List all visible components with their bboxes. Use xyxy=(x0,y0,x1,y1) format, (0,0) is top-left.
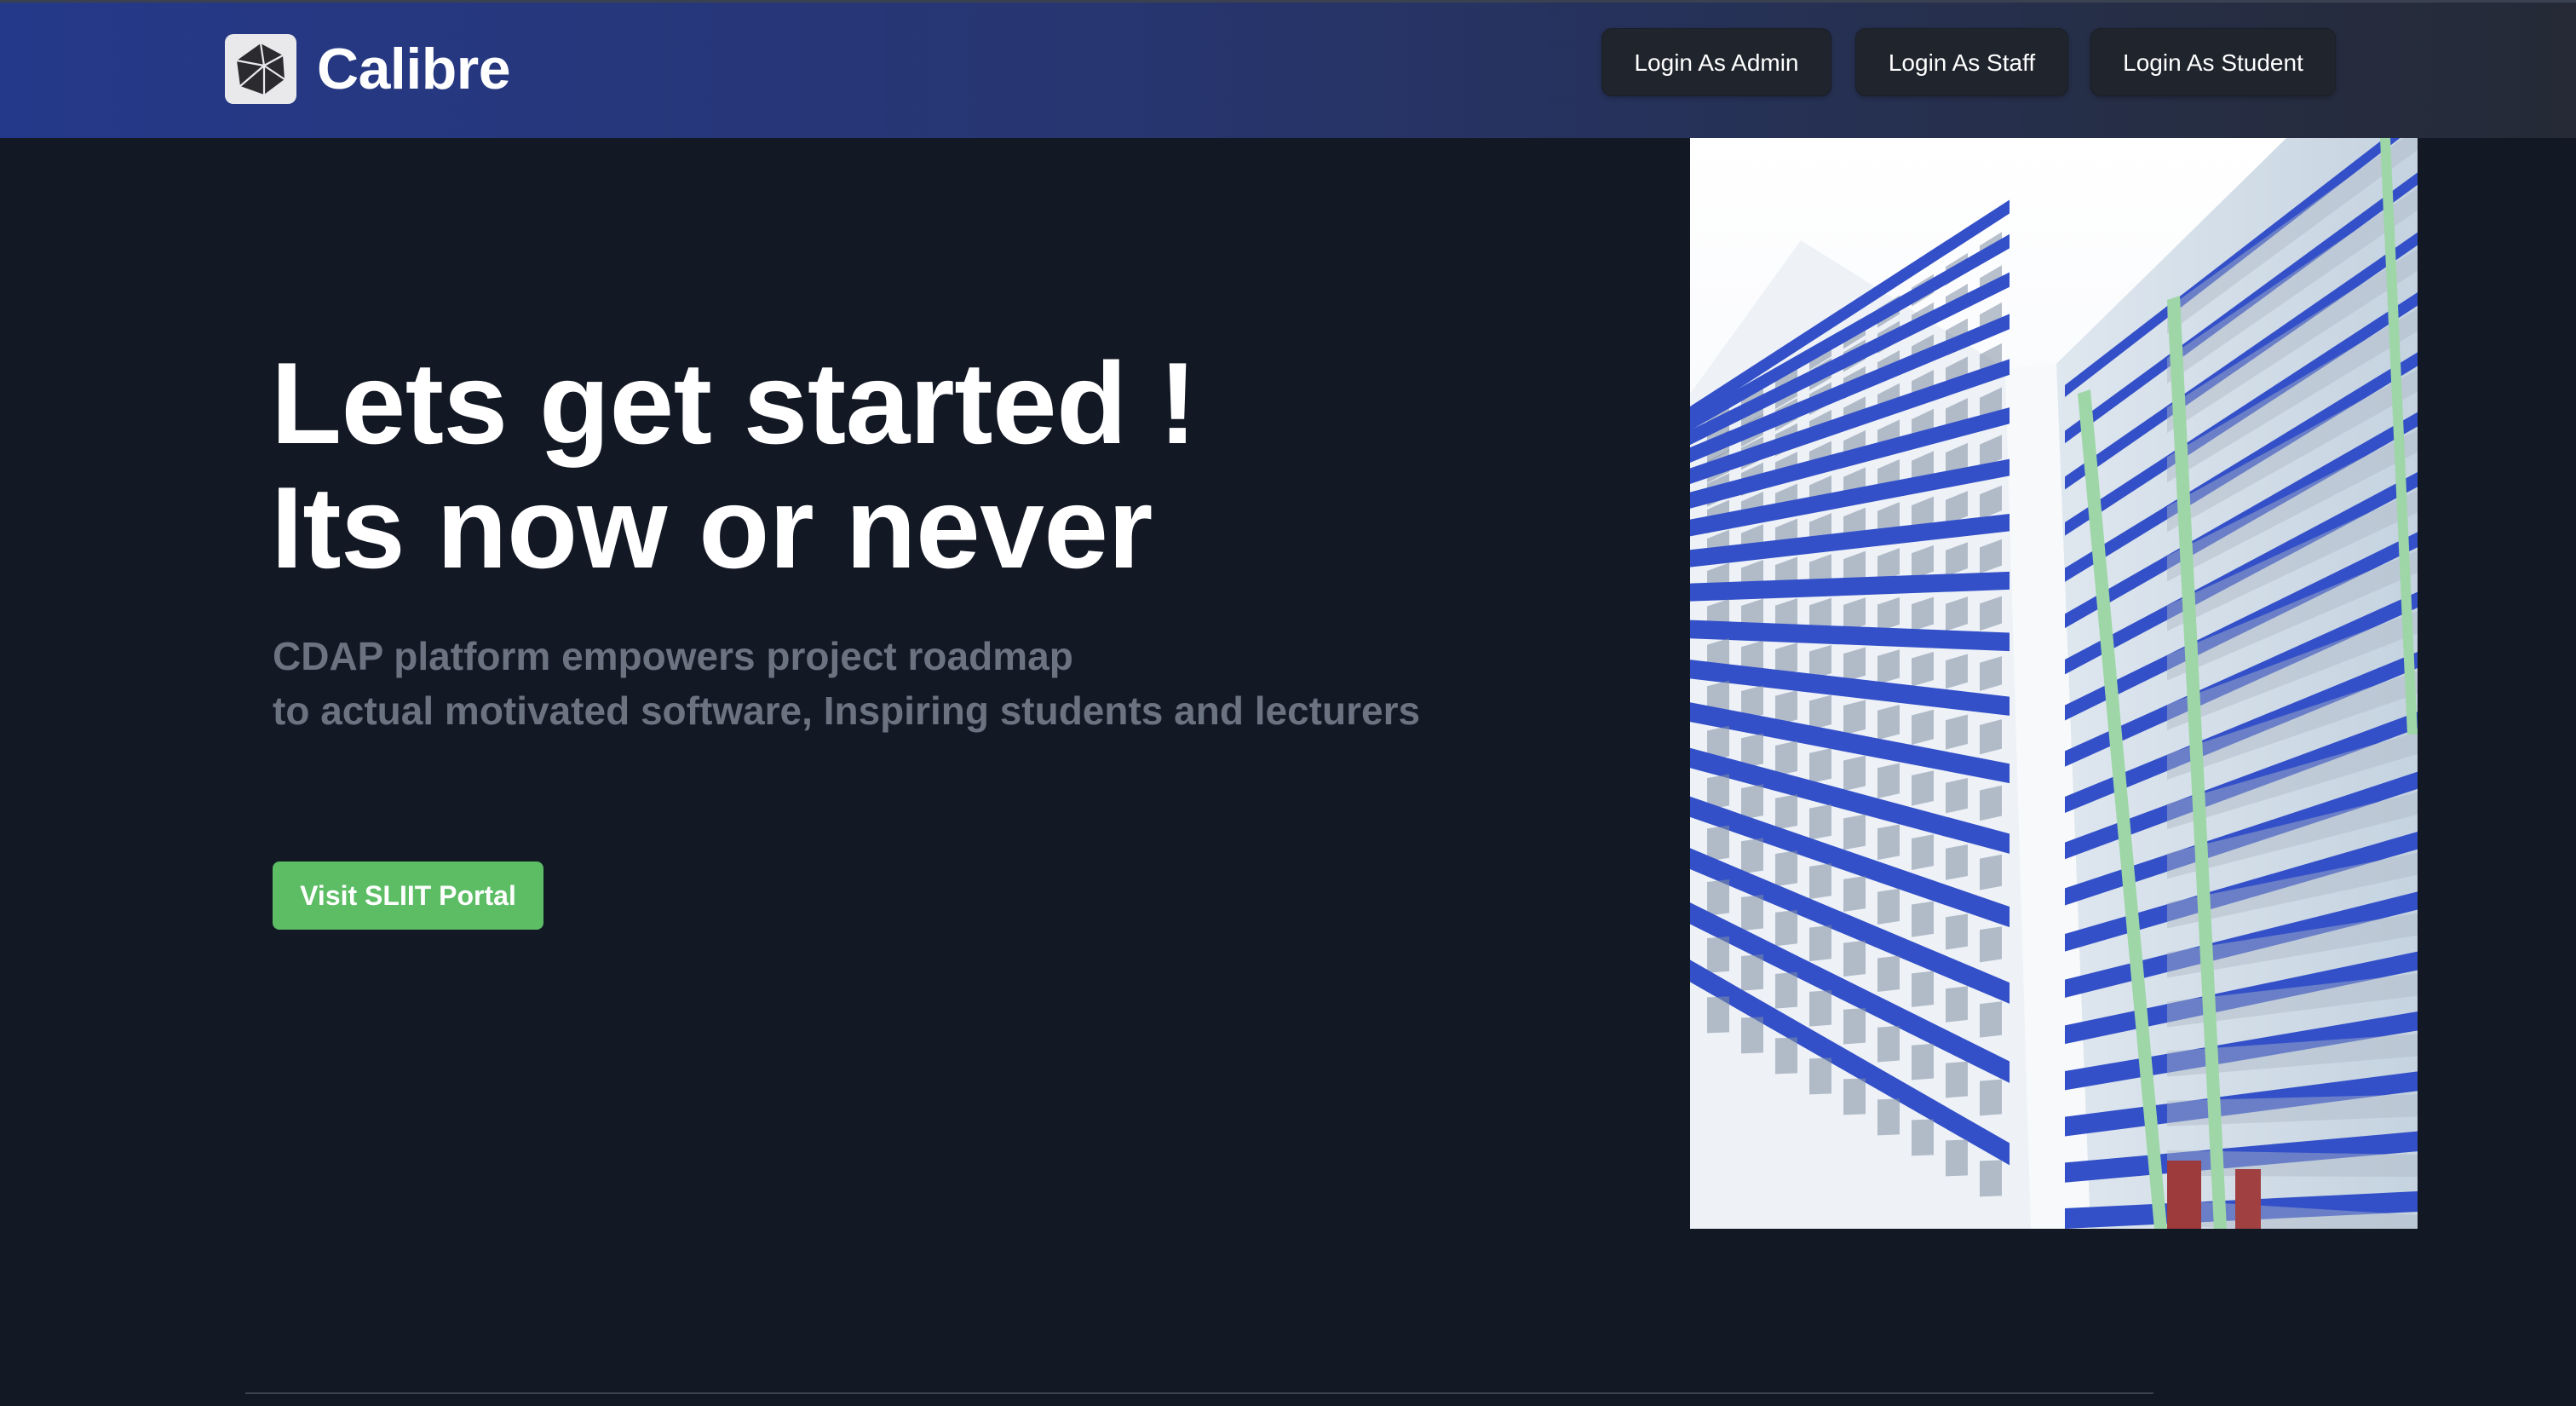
login-as-student-button[interactable]: Login As Student xyxy=(2090,28,2336,96)
hero-subtext-line-2: to actual motivated software, Inspiring … xyxy=(273,689,1421,733)
footer-divider xyxy=(245,1392,2153,1394)
hero-headline-line-2: Its now or never xyxy=(271,463,1153,592)
hero-headline-line-1: Lets get started ! xyxy=(271,338,1197,468)
brand[interactable]: Calibre xyxy=(225,34,511,104)
hero-subtext-line-1: CDAP platform empowers project roadmap xyxy=(273,634,1073,678)
brand-name: Calibre xyxy=(317,37,511,101)
cube-logo-icon xyxy=(225,34,296,104)
login-as-staff-button[interactable]: Login As Staff xyxy=(1855,28,2068,96)
login-as-admin-button[interactable]: Login As Admin xyxy=(1601,28,1831,96)
campus-building-image xyxy=(1690,138,2418,1229)
visit-sliit-portal-button[interactable]: Visit SLIIT Portal xyxy=(273,861,543,930)
landing-page: Calibre Login As Admin Login As Staff Lo… xyxy=(0,0,2576,1406)
hero-headline: Lets get started ! Its now or never xyxy=(271,341,1197,590)
hero-subtext: CDAP platform empowers project roadmap t… xyxy=(273,629,1420,738)
top-navbar: Calibre Login As Admin Login As Staff Lo… xyxy=(0,0,2576,138)
